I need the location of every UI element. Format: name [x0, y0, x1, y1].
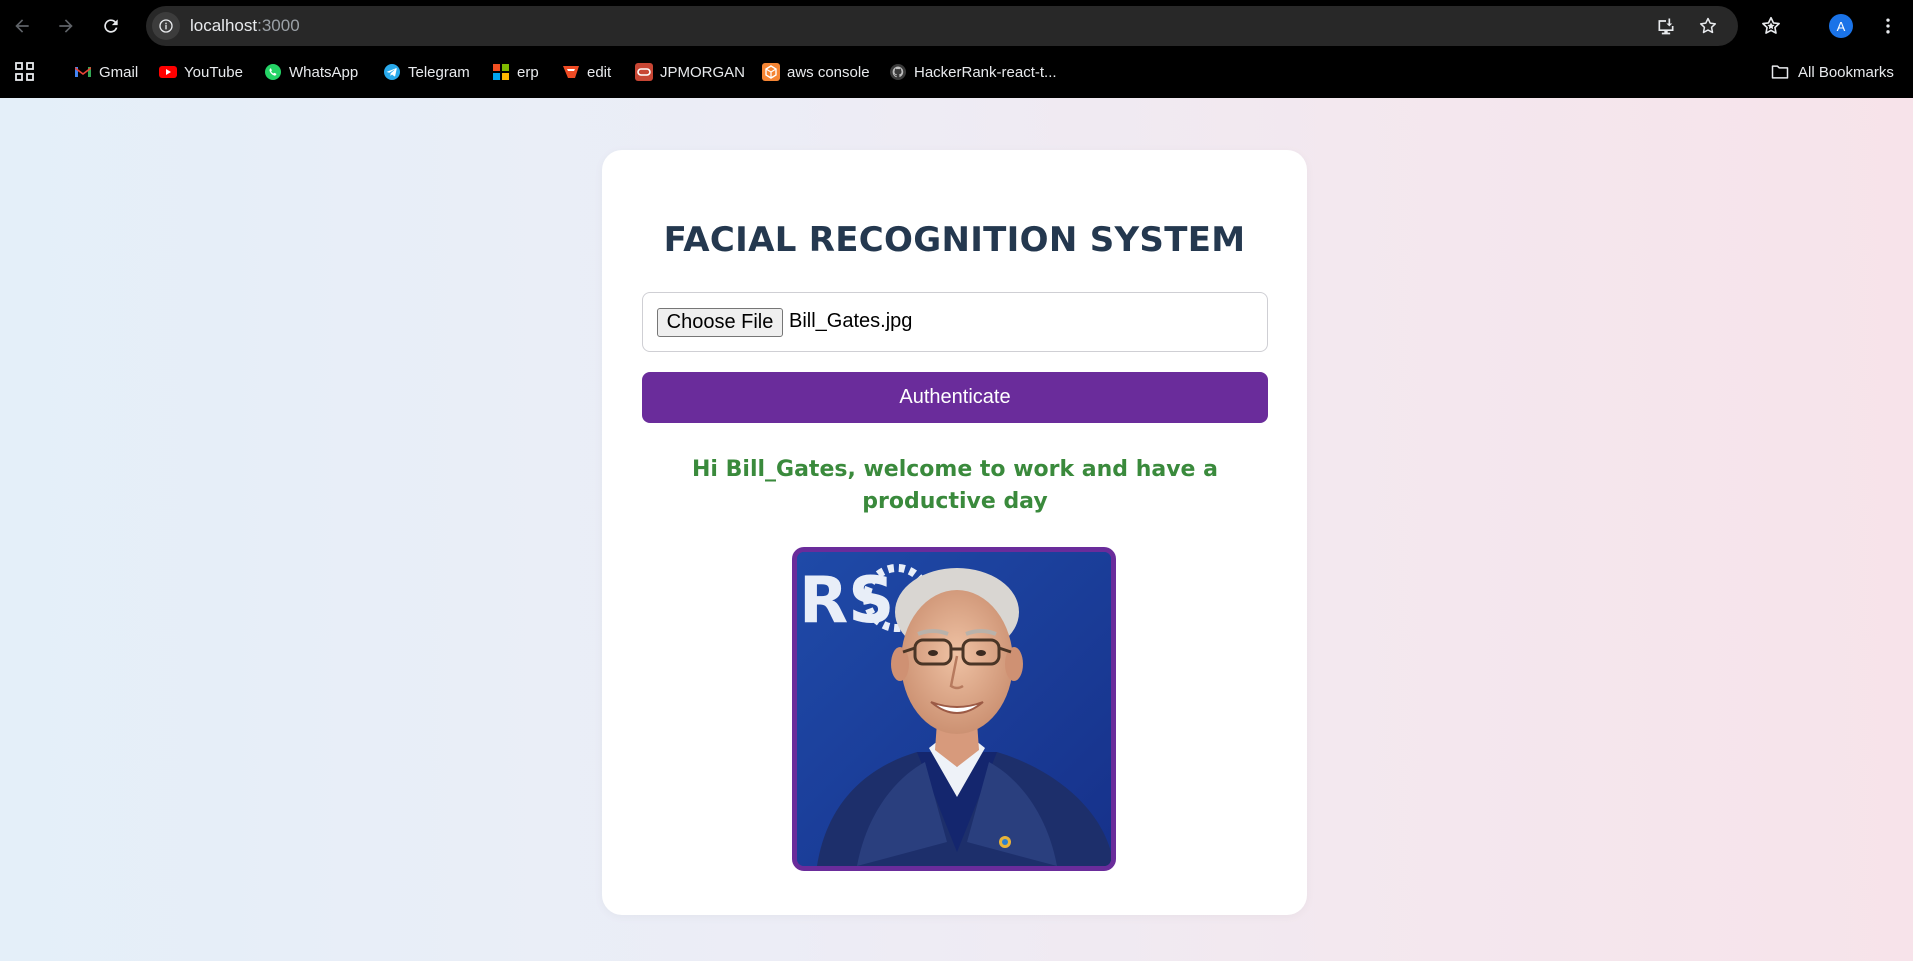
all-bookmarks-button[interactable]: All Bookmarks: [1770, 60, 1894, 84]
bookmark-erp[interactable]: erp: [492, 60, 539, 84]
bookmark-label: Gmail: [99, 63, 139, 81]
bookmark-edit[interactable]: edit: [562, 60, 611, 84]
star-outline-icon: [1699, 17, 1717, 34]
bookmarks-button[interactable]: [1757, 12, 1785, 40]
bookmark-label: HackerRank-react-t...: [914, 63, 1057, 81]
reload-icon: [104, 19, 118, 33]
folder-icon: [1771, 65, 1789, 79]
recognized-face-photo: RS: [792, 547, 1116, 871]
welcome-message: Hi Bill_Gates, welcome to work and have …: [692, 457, 1218, 514]
bookmark-whatsapp[interactable]: WhatsApp: [264, 60, 358, 84]
install-icon: [1658, 18, 1674, 35]
edit-icon: [562, 63, 580, 81]
bookmark-youtube[interactable]: YouTube: [159, 60, 243, 84]
erp-icon: [492, 63, 510, 81]
bookmark-aws-console[interactable]: aws console: [762, 60, 870, 84]
arrow-right-icon: [59, 19, 73, 33]
aws-icon: [762, 63, 780, 81]
bookmark-jpmorgan[interactable]: JPMORGAN: [635, 60, 745, 84]
file-input[interactable]: Choose File Bill_Gates.jpg: [642, 292, 1268, 352]
portrait-illustration: RS: [797, 552, 1111, 866]
bookmark-star-button[interactable]: [1696, 14, 1720, 38]
recognition-card: FACIAL RECOGNITION SYSTEM Choose File Bi…: [602, 150, 1307, 915]
bookmarks-bar: Gmail YouTube WhatsApp Telegram erp edit…: [0, 56, 1913, 88]
oracle-icon: [635, 63, 653, 81]
browser-toolbar: localhost:3000 A: [0, 0, 1913, 52]
apps-grid-icon: [15, 62, 34, 81]
browser-chrome: localhost:3000 A Gmail YouTube WhatsApp …: [0, 0, 1913, 98]
page-background: FACIAL RECOGNITION SYSTEM Choose File Bi…: [0, 98, 1913, 961]
bookmarks-star-icon: [1762, 16, 1780, 34]
choose-file-button[interactable]: Choose File: [657, 308, 783, 337]
more-vertical-icon: [1886, 18, 1890, 34]
profile-avatar[interactable]: A: [1829, 14, 1853, 38]
github-icon: [889, 63, 907, 81]
url-text[interactable]: localhost:3000: [190, 16, 300, 36]
bookmark-label: Telegram: [408, 63, 470, 81]
bookmark-hackerrank[interactable]: HackerRank-react-t...: [889, 60, 1057, 84]
selected-file-name: Bill_Gates.jpg: [789, 310, 913, 332]
address-bar[interactable]: localhost:3000: [146, 6, 1738, 46]
youtube-icon: [159, 63, 177, 81]
reload-button[interactable]: [95, 10, 127, 42]
bookmark-label: erp: [517, 63, 539, 81]
bookmark-label: aws console: [787, 63, 870, 81]
all-bookmarks-label: All Bookmarks: [1798, 63, 1894, 81]
url-host: localhost: [190, 16, 258, 35]
bookmark-label: edit: [587, 63, 612, 81]
info-icon: [159, 19, 173, 33]
url-port: :3000: [257, 16, 300, 35]
back-button[interactable]: [6, 10, 38, 42]
gmail-icon: [74, 63, 92, 81]
bookmark-telegram[interactable]: Telegram: [383, 60, 470, 84]
bookmark-label: YouTube: [184, 63, 243, 81]
browser-menu-button[interactable]: [1876, 12, 1900, 40]
telegram-icon: [383, 63, 401, 81]
install-app-button[interactable]: [1654, 14, 1678, 38]
whatsapp-icon: [264, 63, 282, 81]
forward-button[interactable]: [50, 10, 82, 42]
bookmark-label: WhatsApp: [289, 63, 359, 81]
bookmark-gmail[interactable]: Gmail: [74, 60, 138, 84]
arrow-left-icon: [15, 19, 29, 33]
apps-button[interactable]: [14, 61, 36, 83]
page-title: FACIAL RECOGNITION SYSTEM: [663, 220, 1246, 260]
authenticate-button[interactable]: Authenticate: [642, 372, 1268, 423]
site-info-button[interactable]: [152, 12, 180, 40]
bookmark-label: JPMORGAN: [660, 63, 746, 81]
